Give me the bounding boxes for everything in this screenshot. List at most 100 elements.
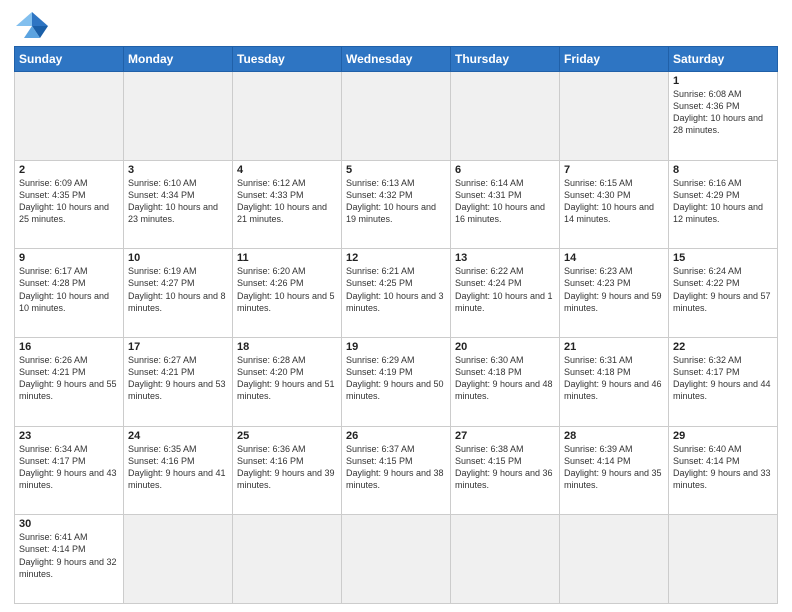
- day-number: 19: [346, 341, 446, 353]
- weekday-header-sunday: Sunday: [15, 47, 124, 72]
- day-number: 26: [346, 430, 446, 442]
- day-number: 13: [455, 252, 555, 264]
- calendar-cell: 12Sunrise: 6:21 AM Sunset: 4:25 PM Dayli…: [342, 249, 451, 338]
- day-info: Sunrise: 6:13 AM Sunset: 4:32 PM Dayligh…: [346, 177, 446, 226]
- calendar-cell: 18Sunrise: 6:28 AM Sunset: 4:20 PM Dayli…: [233, 337, 342, 426]
- day-info: Sunrise: 6:24 AM Sunset: 4:22 PM Dayligh…: [673, 265, 773, 314]
- day-info: Sunrise: 6:32 AM Sunset: 4:17 PM Dayligh…: [673, 354, 773, 403]
- day-info: Sunrise: 6:27 AM Sunset: 4:21 PM Dayligh…: [128, 354, 228, 403]
- calendar-cell: 1Sunrise: 6:08 AM Sunset: 4:36 PM Daylig…: [669, 72, 778, 161]
- day-info: Sunrise: 6:23 AM Sunset: 4:23 PM Dayligh…: [564, 265, 664, 314]
- day-info: Sunrise: 6:21 AM Sunset: 4:25 PM Dayligh…: [346, 265, 446, 314]
- calendar-week-3: 16Sunrise: 6:26 AM Sunset: 4:21 PM Dayli…: [15, 337, 778, 426]
- day-info: Sunrise: 6:37 AM Sunset: 4:15 PM Dayligh…: [346, 443, 446, 492]
- calendar-cell: 3Sunrise: 6:10 AM Sunset: 4:34 PM Daylig…: [124, 160, 233, 249]
- calendar-cell: 22Sunrise: 6:32 AM Sunset: 4:17 PM Dayli…: [669, 337, 778, 426]
- calendar-cell: 30Sunrise: 6:41 AM Sunset: 4:14 PM Dayli…: [15, 515, 124, 604]
- weekday-header-tuesday: Tuesday: [233, 47, 342, 72]
- calendar-cell: [560, 515, 669, 604]
- calendar-cell: 14Sunrise: 6:23 AM Sunset: 4:23 PM Dayli…: [560, 249, 669, 338]
- day-number: 1: [673, 75, 773, 87]
- day-number: 12: [346, 252, 446, 264]
- day-number: 23: [19, 430, 119, 442]
- day-info: Sunrise: 6:12 AM Sunset: 4:33 PM Dayligh…: [237, 177, 337, 226]
- weekday-header-friday: Friday: [560, 47, 669, 72]
- day-info: Sunrise: 6:16 AM Sunset: 4:29 PM Dayligh…: [673, 177, 773, 226]
- calendar-cell: 6Sunrise: 6:14 AM Sunset: 4:31 PM Daylig…: [451, 160, 560, 249]
- calendar-week-1: 2Sunrise: 6:09 AM Sunset: 4:35 PM Daylig…: [15, 160, 778, 249]
- calendar-cell: [233, 72, 342, 161]
- calendar-cell: [124, 72, 233, 161]
- calendar-week-4: 23Sunrise: 6:34 AM Sunset: 4:17 PM Dayli…: [15, 426, 778, 515]
- calendar-cell: 28Sunrise: 6:39 AM Sunset: 4:14 PM Dayli…: [560, 426, 669, 515]
- day-number: 20: [455, 341, 555, 353]
- day-number: 14: [564, 252, 664, 264]
- calendar-cell: 27Sunrise: 6:38 AM Sunset: 4:15 PM Dayli…: [451, 426, 560, 515]
- day-number: 27: [455, 430, 555, 442]
- day-number: 30: [19, 518, 119, 530]
- day-number: 17: [128, 341, 228, 353]
- calendar-cell: [669, 515, 778, 604]
- calendar-cell: [15, 72, 124, 161]
- calendar-cell: 5Sunrise: 6:13 AM Sunset: 4:32 PM Daylig…: [342, 160, 451, 249]
- logo: [14, 10, 54, 40]
- calendar-cell: [124, 515, 233, 604]
- calendar-cell: 17Sunrise: 6:27 AM Sunset: 4:21 PM Dayli…: [124, 337, 233, 426]
- day-number: 9: [19, 252, 119, 264]
- calendar-header-row: SundayMondayTuesdayWednesdayThursdayFrid…: [15, 47, 778, 72]
- day-info: Sunrise: 6:20 AM Sunset: 4:26 PM Dayligh…: [237, 265, 337, 314]
- calendar-cell: 8Sunrise: 6:16 AM Sunset: 4:29 PM Daylig…: [669, 160, 778, 249]
- day-info: Sunrise: 6:35 AM Sunset: 4:16 PM Dayligh…: [128, 443, 228, 492]
- day-number: 7: [564, 164, 664, 176]
- calendar-cell: 26Sunrise: 6:37 AM Sunset: 4:15 PM Dayli…: [342, 426, 451, 515]
- calendar-cell: [233, 515, 342, 604]
- day-info: Sunrise: 6:29 AM Sunset: 4:19 PM Dayligh…: [346, 354, 446, 403]
- day-info: Sunrise: 6:09 AM Sunset: 4:35 PM Dayligh…: [19, 177, 119, 226]
- day-number: 18: [237, 341, 337, 353]
- day-number: 2: [19, 164, 119, 176]
- day-info: Sunrise: 6:17 AM Sunset: 4:28 PM Dayligh…: [19, 265, 119, 314]
- day-info: Sunrise: 6:34 AM Sunset: 4:17 PM Dayligh…: [19, 443, 119, 492]
- day-info: Sunrise: 6:26 AM Sunset: 4:21 PM Dayligh…: [19, 354, 119, 403]
- day-number: 25: [237, 430, 337, 442]
- day-number: 21: [564, 341, 664, 353]
- calendar-cell: 29Sunrise: 6:40 AM Sunset: 4:14 PM Dayli…: [669, 426, 778, 515]
- day-number: 22: [673, 341, 773, 353]
- calendar-cell: 9Sunrise: 6:17 AM Sunset: 4:28 PM Daylig…: [15, 249, 124, 338]
- day-number: 24: [128, 430, 228, 442]
- calendar-cell: [560, 72, 669, 161]
- calendar-cell: 20Sunrise: 6:30 AM Sunset: 4:18 PM Dayli…: [451, 337, 560, 426]
- day-number: 8: [673, 164, 773, 176]
- calendar-cell: 11Sunrise: 6:20 AM Sunset: 4:26 PM Dayli…: [233, 249, 342, 338]
- calendar-cell: 13Sunrise: 6:22 AM Sunset: 4:24 PM Dayli…: [451, 249, 560, 338]
- calendar-cell: [342, 72, 451, 161]
- day-info: Sunrise: 6:28 AM Sunset: 4:20 PM Dayligh…: [237, 354, 337, 403]
- calendar-cell: 10Sunrise: 6:19 AM Sunset: 4:27 PM Dayli…: [124, 249, 233, 338]
- day-number: 3: [128, 164, 228, 176]
- header: [14, 10, 778, 40]
- calendar-cell: 21Sunrise: 6:31 AM Sunset: 4:18 PM Dayli…: [560, 337, 669, 426]
- calendar-cell: 15Sunrise: 6:24 AM Sunset: 4:22 PM Dayli…: [669, 249, 778, 338]
- day-info: Sunrise: 6:41 AM Sunset: 4:14 PM Dayligh…: [19, 531, 119, 580]
- day-info: Sunrise: 6:14 AM Sunset: 4:31 PM Dayligh…: [455, 177, 555, 226]
- calendar-week-5: 30Sunrise: 6:41 AM Sunset: 4:14 PM Dayli…: [15, 515, 778, 604]
- calendar-cell: 7Sunrise: 6:15 AM Sunset: 4:30 PM Daylig…: [560, 160, 669, 249]
- day-number: 5: [346, 164, 446, 176]
- day-info: Sunrise: 6:36 AM Sunset: 4:16 PM Dayligh…: [237, 443, 337, 492]
- day-info: Sunrise: 6:08 AM Sunset: 4:36 PM Dayligh…: [673, 88, 773, 137]
- day-number: 11: [237, 252, 337, 264]
- calendar-cell: [451, 72, 560, 161]
- day-info: Sunrise: 6:22 AM Sunset: 4:24 PM Dayligh…: [455, 265, 555, 314]
- weekday-header-wednesday: Wednesday: [342, 47, 451, 72]
- calendar-cell: 16Sunrise: 6:26 AM Sunset: 4:21 PM Dayli…: [15, 337, 124, 426]
- calendar-cell: 4Sunrise: 6:12 AM Sunset: 4:33 PM Daylig…: [233, 160, 342, 249]
- day-info: Sunrise: 6:39 AM Sunset: 4:14 PM Dayligh…: [564, 443, 664, 492]
- calendar-week-0: 1Sunrise: 6:08 AM Sunset: 4:36 PM Daylig…: [15, 72, 778, 161]
- day-number: 29: [673, 430, 773, 442]
- day-number: 16: [19, 341, 119, 353]
- weekday-header-thursday: Thursday: [451, 47, 560, 72]
- calendar-cell: [451, 515, 560, 604]
- day-number: 15: [673, 252, 773, 264]
- day-info: Sunrise: 6:10 AM Sunset: 4:34 PM Dayligh…: [128, 177, 228, 226]
- weekday-header-monday: Monday: [124, 47, 233, 72]
